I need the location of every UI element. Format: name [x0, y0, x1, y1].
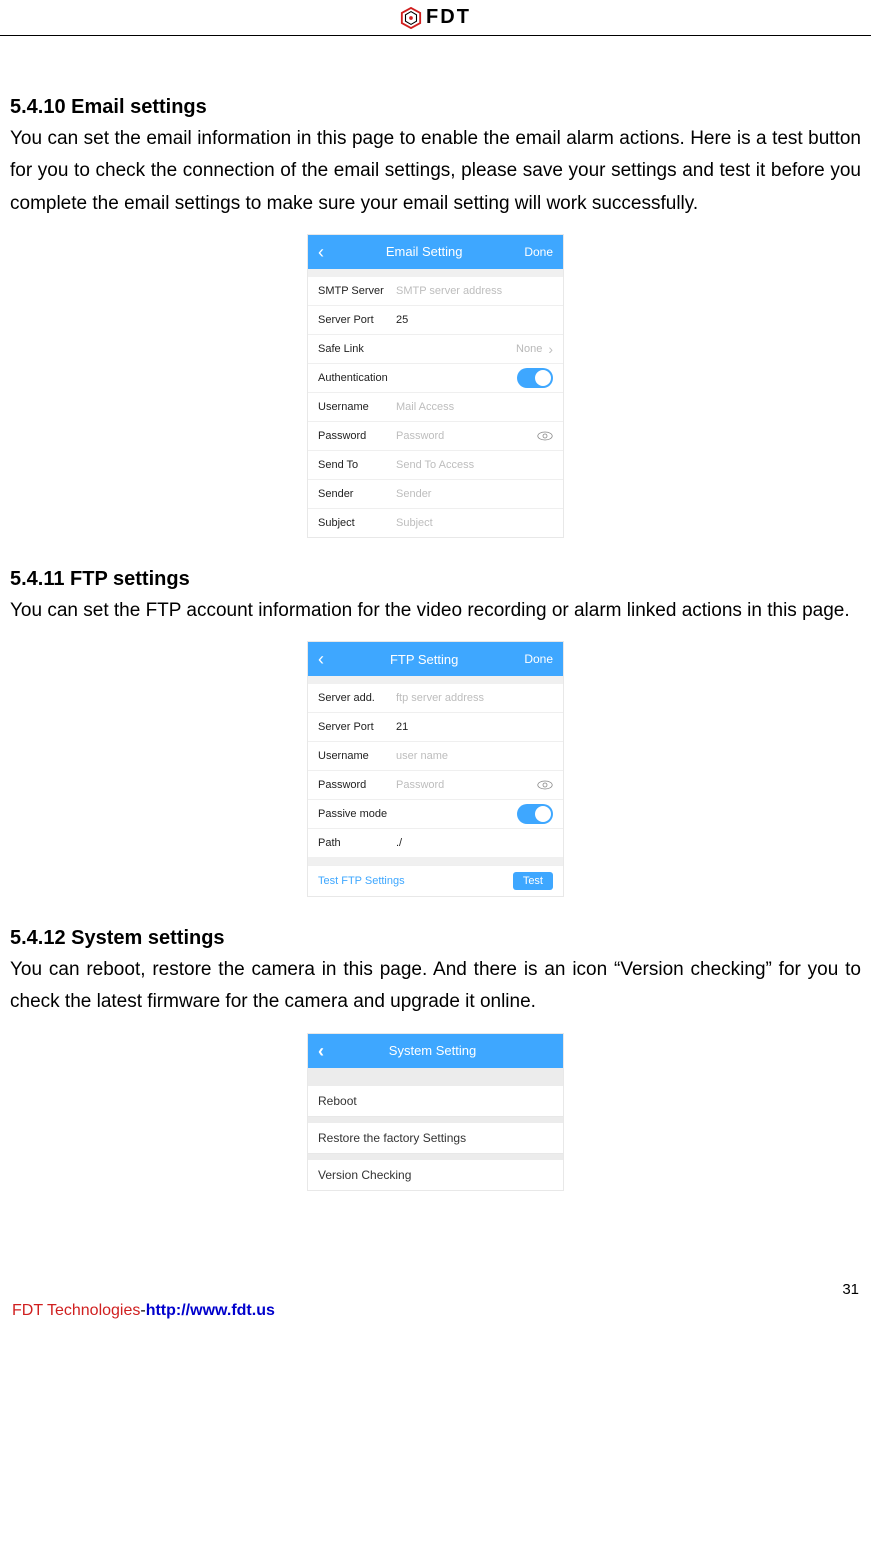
restore-row[interactable]: Restore the factory Settings [308, 1123, 563, 1154]
page-number: 31 [12, 1281, 859, 1298]
safe-label: Safe Link [318, 343, 396, 355]
passive-toggle[interactable] [517, 804, 553, 824]
eye-icon[interactable] [537, 780, 553, 790]
path-input[interactable]: ./ [396, 837, 553, 849]
section-body-email: You can set the email information in thi… [10, 123, 861, 220]
done-button[interactable]: Done [524, 245, 553, 259]
logo: FDT [400, 6, 471, 29]
ftp-screen-header: ‹ FTP Setting Done [308, 642, 563, 676]
system-screen-title: System Setting [324, 1043, 541, 1058]
user-input[interactable]: Mail Access [396, 401, 553, 413]
ftp-user-row[interactable]: Username user name [308, 741, 563, 770]
section-heading-system: 5.4.12 System settings [10, 927, 861, 950]
port-input[interactable]: 25 [396, 314, 553, 326]
ftp-server-label: Server add. [318, 692, 396, 704]
subject-input[interactable]: Subject [396, 517, 553, 529]
passive-label: Passive mode [318, 808, 396, 820]
sendto-row[interactable]: Send To Send To Access [308, 450, 563, 479]
subject-row[interactable]: Subject Subject [308, 508, 563, 537]
test-ftp-button[interactable]: Test [513, 872, 553, 890]
password-row[interactable]: Password Password [308, 421, 563, 450]
ftp-screenshot: ‹ FTP Setting Done Server add. ftp serve… [307, 641, 564, 897]
done-button[interactable]: Done [524, 652, 553, 666]
safe-value: None › [516, 341, 553, 357]
smtp-label: SMTP Server [318, 285, 396, 297]
screen-spacer [308, 857, 563, 865]
ftp-pass-row[interactable]: Password Password [308, 770, 563, 799]
ftp-port-row[interactable]: Server Port 21 [308, 712, 563, 741]
footer-url[interactable]: http://www.fdt.us [146, 1302, 275, 1319]
section-heading-ftp: 5.4.11 FTP settings [10, 568, 861, 591]
screen-spacer [308, 1068, 563, 1086]
screen-spacer [308, 676, 563, 684]
email-screen-title: Email Setting [324, 244, 524, 259]
ftp-server-input[interactable]: ftp server address [396, 692, 553, 704]
system-screen-header: ‹ System Setting [308, 1034, 563, 1068]
system-screenshot: ‹ System Setting Reboot Restore the fact… [307, 1033, 564, 1191]
sendto-input[interactable]: Send To Access [396, 459, 553, 471]
auth-label: Authentication [318, 372, 396, 384]
version-row[interactable]: Version Checking [308, 1160, 563, 1190]
reboot-row[interactable]: Reboot [308, 1086, 563, 1117]
pass-label: Password [318, 430, 396, 442]
email-screenshot: ‹ Email Setting Done SMTP Server SMTP se… [307, 234, 564, 538]
sender-row[interactable]: Sender Sender [308, 479, 563, 508]
test-ftp-row: Test FTP Settings Test [308, 865, 563, 896]
screen-spacer [308, 269, 563, 277]
ftp-pass-label: Password [318, 779, 396, 791]
ftp-user-input[interactable]: user name [396, 750, 553, 762]
authentication-row: Authentication [308, 363, 563, 392]
page-header: FDT [0, 0, 871, 36]
passive-mode-row: Passive mode [308, 799, 563, 828]
smtp-input[interactable]: SMTP server address [396, 285, 553, 297]
auth-toggle[interactable] [517, 368, 553, 388]
test-ftp-link[interactable]: Test FTP Settings [318, 875, 405, 887]
path-label: Path [318, 837, 396, 849]
safe-link-row[interactable]: Safe Link None › [308, 334, 563, 363]
chevron-right-icon: › [548, 341, 553, 357]
subject-label: Subject [318, 517, 396, 529]
sendto-label: Send To [318, 459, 396, 471]
user-label: Username [318, 401, 396, 413]
ftp-server-row[interactable]: Server add. ftp server address [308, 684, 563, 712]
path-row[interactable]: Path ./ [308, 828, 563, 857]
smtp-server-row[interactable]: SMTP Server SMTP server address [308, 277, 563, 305]
pass-input[interactable]: Password [396, 430, 537, 442]
page-footer: 31 FDT Technologies-http://www.fdt.us [0, 1281, 871, 1340]
ftp-port-input[interactable]: 21 [396, 721, 553, 733]
email-screen-header: ‹ Email Setting Done [308, 235, 563, 269]
port-label: Server Port [318, 314, 396, 326]
username-row[interactable]: Username Mail Access [308, 392, 563, 421]
section-body-ftp: You can set the FTP account information … [10, 595, 861, 627]
eye-icon[interactable] [537, 431, 553, 441]
ftp-screen-title: FTP Setting [324, 652, 524, 667]
footer-company: FDT Technologies [12, 1302, 140, 1319]
ftp-user-label: Username [318, 750, 396, 762]
section-heading-email: 5.4.10 Email settings [10, 96, 861, 119]
logo-icon [400, 7, 422, 29]
logo-text: FDT [426, 6, 471, 29]
sender-input[interactable]: Sender [396, 488, 553, 500]
ftp-pass-input[interactable]: Password [396, 779, 537, 791]
server-port-row[interactable]: Server Port 25 [308, 305, 563, 334]
sender-label: Sender [318, 488, 396, 500]
ftp-port-label: Server Port [318, 721, 396, 733]
section-body-system: You can reboot, restore the camera in th… [10, 954, 861, 1019]
